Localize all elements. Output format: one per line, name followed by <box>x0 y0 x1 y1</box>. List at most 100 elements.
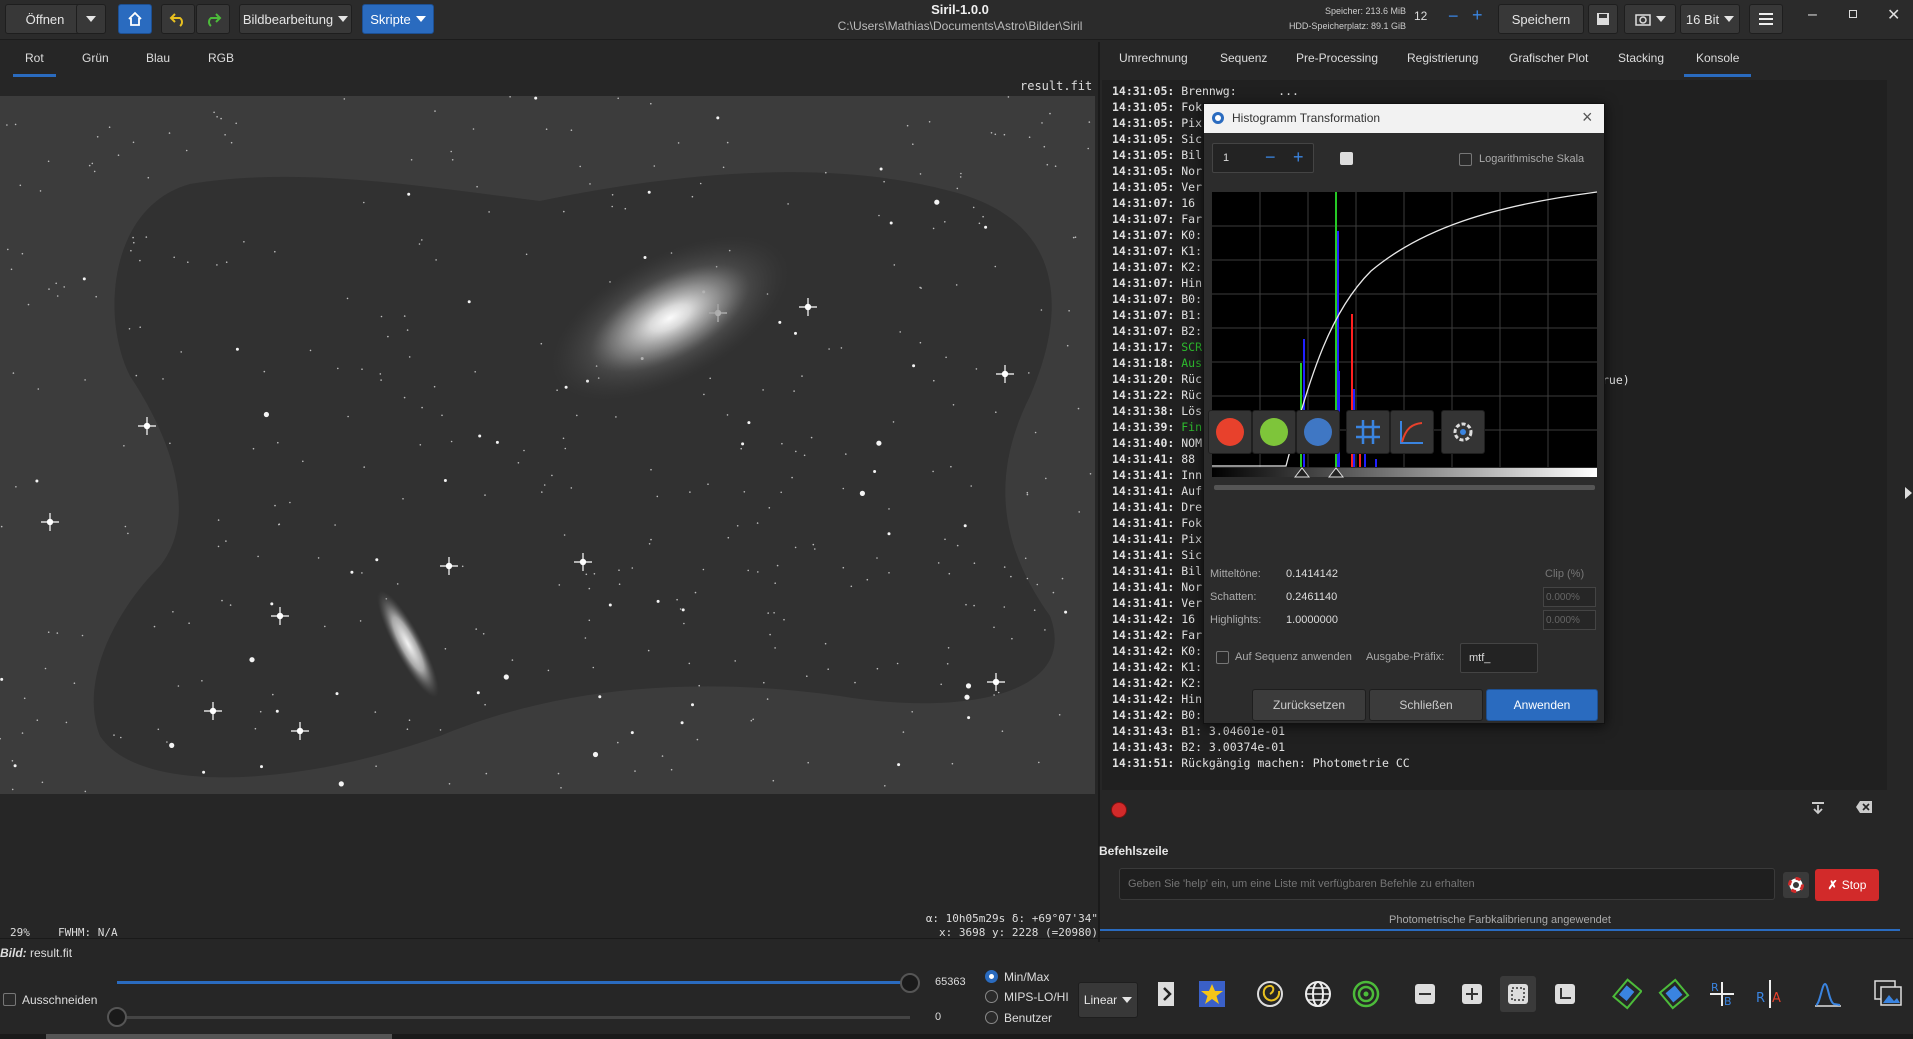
user-radio[interactable] <box>985 1011 998 1024</box>
undo-icon <box>169 13 183 27</box>
flip-tool-button[interactable] <box>1148 976 1184 1012</box>
dialog-close-icon[interactable]: × <box>1582 107 1593 128</box>
dialog-titlebar[interactable]: Histogramm Transformation × <box>1204 104 1604 133</box>
tab-rgb[interactable]: RGB <box>208 51 234 65</box>
save-as-button[interactable] <box>1588 4 1618 34</box>
plus-icon[interactable]: + <box>1293 147 1304 168</box>
minmax-radio[interactable] <box>985 970 998 983</box>
histogram-tool-button[interactable] <box>1810 976 1846 1012</box>
galaxy-tool-button[interactable] <box>1252 976 1288 1012</box>
horizontal-scrollbar[interactable] <box>0 1034 1913 1039</box>
histogram-chart[interactable] <box>1211 191 1598 583</box>
snapshot-button[interactable] <box>1624 4 1676 34</box>
apply-button[interactable]: Anwenden <box>1486 689 1598 721</box>
tab-sequence[interactable]: Sequenz <box>1220 51 1267 65</box>
image-view[interactable] <box>0 96 1095 794</box>
clear-log-icon[interactable] <box>1855 800 1873 817</box>
max-slider-handle[interactable] <box>900 973 920 993</box>
pane-divider[interactable] <box>1098 42 1100 942</box>
min-value[interactable]: 0 <box>935 1011 941 1023</box>
siril-logo-icon <box>1212 112 1224 124</box>
curve-toggle[interactable] <box>1390 410 1434 454</box>
tab-blue[interactable]: Blau <box>146 51 170 65</box>
recent-files-dropdown[interactable] <box>76 4 106 34</box>
crop-checkbox[interactable] <box>3 993 16 1006</box>
blue-channel-toggle[interactable] <box>1296 410 1340 454</box>
help-button[interactable] <box>1783 872 1809 898</box>
star <box>14 123 17 126</box>
red-channel-toggle[interactable] <box>1208 410 1252 454</box>
min-slider-handle[interactable] <box>107 1007 127 1027</box>
stretch-dropdown[interactable]: Linear <box>1078 982 1138 1018</box>
apply-sequence-checkbox[interactable] <box>1216 651 1229 664</box>
lifebuoy-icon <box>1788 877 1804 893</box>
minus-icon[interactable]: − <box>1265 147 1276 168</box>
scripts-menu-button[interactable]: Skripte <box>362 4 434 34</box>
redo-button[interactable] <box>196 4 230 34</box>
plus-tool-button[interactable] <box>1454 976 1490 1012</box>
open-button[interactable]: Öffnen <box>5 4 85 34</box>
rotate-back-tool-button[interactable] <box>1656 976 1692 1012</box>
grid-toggle[interactable] <box>1346 410 1390 454</box>
close-icon[interactable]: ✕ <box>1887 5 1900 25</box>
star <box>1011 637 1013 640</box>
scrollbar-thumb[interactable] <box>46 1034 392 1039</box>
astro-image[interactable] <box>0 96 1095 794</box>
minus-icon[interactable]: − <box>1448 6 1459 27</box>
tab-red[interactable]: Rot <box>13 51 56 77</box>
bit-depth-dropdown[interactable]: 16 Bit <box>1680 4 1740 34</box>
minus-tool-button[interactable] <box>1407 976 1443 1012</box>
rotate-tool-button[interactable] <box>1608 976 1644 1012</box>
mips-radio[interactable] <box>985 990 998 1003</box>
hamburger-menu-button[interactable] <box>1749 4 1783 34</box>
tab-preprocessing[interactable]: Pre-Processing <box>1296 51 1378 65</box>
midtones-value[interactable]: 0.1414142 <box>1286 568 1338 580</box>
min-slider-track[interactable] <box>117 1016 910 1019</box>
log-timestamp: 14:31:07: <box>1112 292 1175 306</box>
command-input[interactable] <box>1119 868 1775 900</box>
bright-star-core <box>992 678 1000 686</box>
prefix-input[interactable]: mtf_ <box>1460 643 1538 673</box>
maximize-icon[interactable] <box>1849 10 1857 18</box>
compose-rgb-button[interactable]: RA <box>1752 976 1788 1012</box>
image-info-button[interactable] <box>1870 976 1906 1012</box>
max-slider-track[interactable] <box>117 981 910 984</box>
minimize-icon[interactable]: – <box>1808 6 1817 24</box>
panel-collapse-icon[interactable] <box>1905 487 1912 499</box>
tab-registration[interactable]: Registrierung <box>1407 51 1478 65</box>
star <box>1003 133 1006 136</box>
tab-conversion[interactable]: Umrechnung <box>1119 51 1188 65</box>
select-tool-button[interactable] <box>1500 976 1536 1012</box>
home-button[interactable] <box>118 4 152 34</box>
astrometry-tool-button[interactable] <box>1300 976 1336 1012</box>
highlights-value[interactable]: 1.0000000 <box>1286 614 1338 626</box>
log-scale-checkbox[interactable] <box>1459 153 1472 166</box>
green-channel-toggle[interactable] <box>1252 410 1296 454</box>
close-button[interactable]: Schließen <box>1369 689 1483 721</box>
auto-stretch-button[interactable] <box>1441 410 1485 454</box>
record-icon[interactable] <box>1111 802 1127 818</box>
zoom-fit-icon[interactable] <box>1340 152 1353 165</box>
working-directory: C:\Users\Mathias\Documents\Astro\Bilder\… <box>837 19 1083 33</box>
highlights-label: Highlights: <box>1210 614 1262 626</box>
tab-stacking[interactable]: Stacking <box>1618 51 1664 65</box>
tab-console[interactable]: Konsole <box>1683 51 1752 77</box>
save-button[interactable]: Speichern <box>1498 4 1584 34</box>
scroll-end-icon[interactable] <box>1810 800 1826 819</box>
undo-button[interactable] <box>161 4 195 34</box>
thread-count[interactable]: 12 <box>1414 9 1427 23</box>
split-channels-button[interactable]: RB <box>1704 976 1740 1012</box>
tab-green[interactable]: Grün <box>82 51 109 65</box>
favorite-tool-button[interactable] <box>1194 976 1230 1012</box>
target-tool-button[interactable] <box>1348 976 1384 1012</box>
plus-icon[interactable]: + <box>1472 5 1483 26</box>
crop-tool-button[interactable] <box>1547 976 1583 1012</box>
stop-button[interactable]: ✗ Stop <box>1815 869 1879 901</box>
zoom-spinner[interactable]: 1 − + <box>1212 143 1314 173</box>
star <box>750 719 753 722</box>
max-value[interactable]: 65363 <box>935 976 966 988</box>
shadows-value[interactable]: 0.2461140 <box>1286 591 1337 603</box>
tab-plot[interactable]: Grafischer Plot <box>1509 51 1588 65</box>
image-edit-menu-button[interactable]: Bildbearbeitung <box>239 4 352 34</box>
reset-button[interactable]: Zurücksetzen <box>1252 689 1366 721</box>
